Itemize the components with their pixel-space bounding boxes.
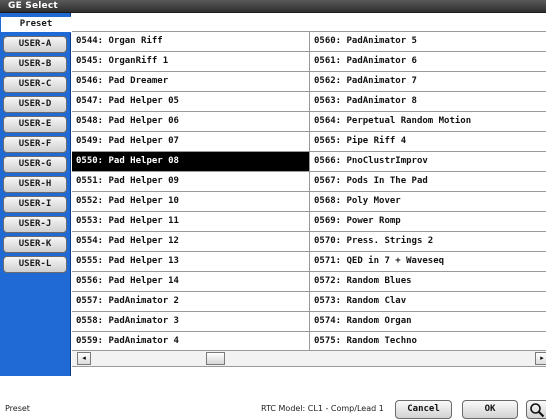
ge-item[interactable]: 0571: QED in 7 + Waveseq (310, 252, 546, 271)
search-button[interactable] (526, 400, 546, 419)
ge-item[interactable]: 0562: PadAnimator 7 (310, 72, 546, 91)
ge-item[interactable]: 0557: PadAnimator 2 (72, 292, 310, 311)
ge-item[interactable]: 0575: Random Techno (310, 332, 546, 351)
table-row: 0554: Pad Helper 12 0570: Press. Strings… (72, 232, 546, 252)
ge-item[interactable]: 0544: Organ Riff (72, 32, 310, 51)
rtc-model-label: RTC Model: (261, 404, 306, 413)
ge-item-selected[interactable]: 0550: Pad Helper 08 (72, 152, 310, 171)
rtc-model-value: CL1 - Comp/Lead 1 (307, 404, 384, 413)
ge-item[interactable]: 0552: Pad Helper 10 (72, 192, 310, 211)
ge-item[interactable]: 0547: Pad Helper 05 (72, 92, 310, 111)
ge-item[interactable]: 0556: Pad Helper 14 (72, 272, 310, 291)
ge-item[interactable]: 0560: PadAnimator 5 (310, 32, 546, 51)
tab-user-a[interactable]: USER-A (3, 36, 67, 53)
ge-item[interactable]: 0564: Perpetual Random Motion (310, 112, 546, 131)
tab-user-j[interactable]: USER-J (3, 216, 67, 233)
table-row: 0545: OrganRiff 1 0561: PadAnimator 6 (72, 52, 546, 72)
ge-item[interactable]: 0570: Press. Strings 2 (310, 232, 546, 251)
scroll-right-icon[interactable]: ▸ (535, 352, 546, 365)
rtc-model-readout: RTC Model: CL1 - Comp/Lead 1 (261, 404, 384, 413)
table-row: 0549: Pad Helper 07 0565: Pipe Riff 4 (72, 132, 546, 152)
tab-user-c[interactable]: USER-C (3, 76, 67, 93)
ge-item[interactable]: 0551: Pad Helper 09 (72, 172, 310, 191)
tab-preset[interactable]: Preset (0, 16, 71, 33)
search-icon (529, 403, 544, 418)
tab-user-k[interactable]: USER-K (3, 236, 67, 253)
ge-item[interactable]: 0567: Pods In The Pad (310, 172, 546, 191)
ge-item[interactable]: 0568: Poly Mover (310, 192, 546, 211)
tab-user-e[interactable]: USER-E (3, 116, 67, 133)
tab-user-d[interactable]: USER-D (3, 96, 67, 113)
table-row: 0559: PadAnimator 4 0575: Random Techno (72, 332, 546, 352)
tab-user-i[interactable]: USER-I (3, 196, 67, 213)
ge-item[interactable]: 0555: Pad Helper 13 (72, 252, 310, 271)
ok-button[interactable]: OK (462, 400, 518, 419)
dialog-footer: Preset RTC Model: CL1 - Comp/Lead 1 Canc… (0, 376, 546, 419)
bank-tab-sidebar: Preset USER-A USER-B USER-C USER-D USER-… (0, 13, 71, 376)
ge-list-grid: 0544: Organ Riff 0560: PadAnimator 5 054… (72, 31, 546, 352)
ge-item[interactable]: 0546: Pad Dreamer (72, 72, 310, 91)
ge-item[interactable]: 0572: Random Blues (310, 272, 546, 291)
ge-item[interactable]: 0549: Pad Helper 07 (72, 132, 310, 151)
tab-user-f[interactable]: USER-F (3, 136, 67, 153)
table-row: 0553: Pad Helper 11 0569: Power Romp (72, 212, 546, 232)
ge-item[interactable]: 0558: PadAnimator 3 (72, 312, 310, 331)
current-category: Preset (5, 404, 30, 413)
table-row: 0548: Pad Helper 06 0564: Perpetual Rand… (72, 112, 546, 132)
tab-user-g[interactable]: USER-G (3, 156, 67, 173)
ge-item[interactable]: 0563: PadAnimator 8 (310, 92, 546, 111)
scroll-left-icon[interactable]: ◂ (77, 352, 91, 365)
tab-user-l[interactable]: USER-L (3, 256, 67, 273)
table-row: 0557: PadAnimator 2 0573: Random Clav (72, 292, 546, 312)
ge-item[interactable]: 0553: Pad Helper 11 (72, 212, 310, 231)
ge-item[interactable]: 0566: PnoClustrImprov (310, 152, 546, 171)
ge-item[interactable]: 0548: Pad Helper 06 (72, 112, 310, 131)
tab-user-h[interactable]: USER-H (3, 176, 67, 193)
ge-item[interactable]: 0545: OrganRiff 1 (72, 52, 310, 71)
window-titlebar: GE Select (0, 0, 546, 13)
cancel-button[interactable]: Cancel (395, 400, 452, 419)
table-row: 0550: Pad Helper 08 0566: PnoClustrImpro… (72, 152, 546, 172)
table-row: 0551: Pad Helper 09 0567: Pods In The Pa… (72, 172, 546, 192)
ge-item[interactable]: 0569: Power Romp (310, 212, 546, 231)
table-row: 0555: Pad Helper 13 0571: QED in 7 + Wav… (72, 252, 546, 272)
ge-item[interactable]: 0574: Random Organ (310, 312, 546, 331)
ge-item[interactable]: 0559: PadAnimator 4 (72, 332, 310, 351)
table-row: 0544: Organ Riff 0560: PadAnimator 5 (72, 32, 546, 52)
table-row: 0546: Pad Dreamer 0562: PadAnimator 7 (72, 72, 546, 92)
horizontal-scrollbar[interactable]: ◂ ▸ (72, 350, 546, 367)
scrollbar-thumb[interactable] (206, 352, 225, 365)
ge-item[interactable]: 0565: Pipe Riff 4 (310, 132, 546, 151)
window-title: GE Select (8, 1, 58, 11)
ge-item[interactable]: 0561: PadAnimator 6 (310, 52, 546, 71)
table-row: 0558: PadAnimator 3 0574: Random Organ (72, 312, 546, 332)
ge-item[interactable]: 0573: Random Clav (310, 292, 546, 311)
ge-item[interactable]: 0554: Pad Helper 12 (72, 232, 310, 251)
table-row: 0552: Pad Helper 10 0568: Poly Mover (72, 192, 546, 212)
tab-user-b[interactable]: USER-B (3, 56, 67, 73)
table-row: 0556: Pad Helper 14 0572: Random Blues (72, 272, 546, 292)
table-row: 0547: Pad Helper 05 0563: PadAnimator 8 (72, 92, 546, 112)
